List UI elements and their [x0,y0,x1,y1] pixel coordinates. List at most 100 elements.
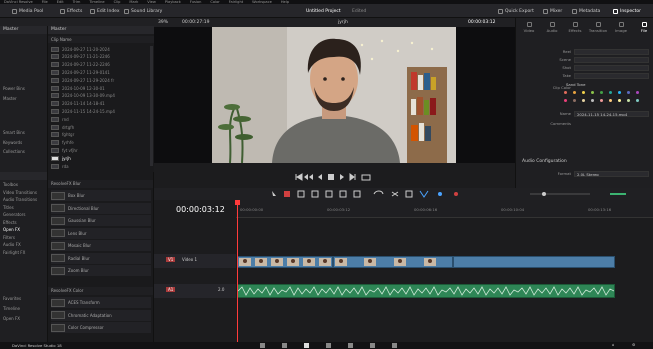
clip-item[interactable]: fyt vfjhr [51,147,78,153]
clip-name-column-header[interactable]: Clip Name [48,36,154,43]
flag-icon[interactable] [419,190,429,198]
timeline-ruler[interactable]: 00:00:00:00 00:00:03:12 00:00:06:16 00:00:1… [236,200,653,218]
audio-track-id[interactable]: A1 [166,287,176,292]
effects-nav-item[interactable]: Fairlight FX [3,250,25,255]
clip-item[interactable]: 2024-10-09 12-30-01 [51,85,105,91]
effect-item[interactable]: Directional Blur [51,202,151,214]
trim-tool-icon[interactable] [284,191,290,197]
go-to-start-icon[interactable] [295,173,303,181]
overwrite-clip-icon[interactable] [339,190,347,198]
audio-clip[interactable] [237,284,615,298]
clip-color-swatch[interactable] [627,99,630,102]
inspector-button[interactable]: Inspector [613,7,641,15]
effect-item[interactable]: Mosaic Blur [51,240,151,251]
fast-forward-icon[interactable] [349,173,356,181]
effects-nav-item[interactable]: Titles [3,205,14,210]
video-track-name[interactable]: Video 1 [182,257,197,262]
effect-item[interactable]: Color Compressor [51,322,151,333]
blade-tool-icon[interactable] [311,190,319,198]
marker-icon[interactable] [438,192,442,196]
clip-item[interactable]: fyrhfe [51,140,74,146]
play-icon[interactable] [340,174,344,180]
smart-bin-keywords[interactable]: Keywords [3,140,22,145]
metadata-field-input[interactable] [574,48,649,55]
clip-list-scrollbar[interactable] [150,46,153,166]
position-lock-icon[interactable] [405,190,413,198]
format-select[interactable]: 2.0L Stereo [574,170,649,177]
clip-color-swatch[interactable] [582,99,585,102]
effects-nav-item[interactable]: Filters [3,235,15,240]
clip-item[interactable]: rnd [51,116,69,122]
playhead[interactable] [237,200,238,342]
clip-item[interactable]: 2024-11-15 14-24-15.mp4 [51,108,115,114]
color-marker-icon[interactable] [454,192,458,196]
audio-configuration-header[interactable]: Audio Configuration [522,159,567,164]
effects-nav-item[interactable]: Open FX [3,227,20,232]
effect-item[interactable]: Lens Blur [51,227,151,239]
media-page-icon[interactable] [260,343,265,348]
linked-selection-icon[interactable] [391,191,399,197]
clip-color-swatch[interactable] [636,99,639,102]
inspector-tab-transition[interactable]: Transition [588,22,608,33]
inspector-tab-audio[interactable]: Audio [542,22,562,33]
effects-nav-item[interactable]: Audio Transitions [3,197,37,202]
metadata-field-input[interactable] [574,64,649,71]
quick-export-button[interactable]: Quick Export [498,7,534,15]
cut-page-icon[interactable] [282,343,287,348]
clip-color-swatch[interactable] [600,99,603,102]
viewer-frame[interactable] [212,27,456,163]
sound-library-button[interactable]: Sound Library [124,7,162,15]
effects-nav-item[interactable]: Video Transitions [3,190,37,195]
clip-color-swatch[interactable] [636,91,639,94]
replace-clip-icon[interactable] [353,190,361,198]
snapping-icon[interactable] [373,190,384,195]
clip-color-swatch[interactable] [609,91,612,94]
clip-item[interactable]: 2024-11-14 14-18-41 [51,101,105,107]
media-pool-button[interactable]: Media Pool [12,7,43,15]
effects-nav-item[interactable]: Audio FX [3,242,21,247]
home-icon[interactable]: ⌂ [612,342,614,347]
effect-item[interactable]: Zoom Blur [51,265,151,276]
zoom-level[interactable]: 39% [158,20,168,25]
effects-nav-item[interactable]: Toolbox [3,182,18,187]
effects-nav-item[interactable]: Generators [3,212,25,217]
clip-color-swatch[interactable] [573,91,576,94]
clip-color-swatch[interactable] [627,91,630,94]
effect-item[interactable]: Chromatic Adaptation [51,309,151,321]
clip-item[interactable]: 2024-09-27 11-21-2246 [51,54,110,60]
inspector-tab-image[interactable]: Image [611,22,631,33]
clip-color-swatch[interactable] [600,91,603,94]
metadata-field-input[interactable] [574,72,649,79]
effects-button[interactable]: Effects [60,7,82,15]
video-track-id[interactable]: V1 [166,257,176,262]
clip-item[interactable]: rda [51,163,69,169]
metadata-button[interactable]: Metadata [572,7,600,15]
favorite-open-fx[interactable]: Open FX [3,316,20,321]
clip-color-swatch[interactable] [573,99,576,102]
clip-item[interactable]: 2024-09-27 11-20-2024 [51,46,110,52]
settings-icon[interactable]: ⚙ [632,342,635,347]
clip-item[interactable]: 2024-09-27 11-22-2246 [51,62,110,68]
smart-bin-collections[interactable]: Collections [3,149,25,154]
play-reverse-icon[interactable] [318,174,322,180]
effect-item[interactable]: Radial Blur [51,252,151,264]
insert-clip-icon[interactable] [325,190,333,198]
effects-nav-item[interactable]: Effects [3,220,17,225]
clip-color-swatch[interactable] [591,99,594,102]
clip-color-swatch[interactable] [618,91,621,94]
clip-color-swatch[interactable] [582,91,585,94]
inspector-tab-video[interactable]: Video [519,22,539,33]
clip-color-swatch[interactable] [564,91,567,94]
clip-item[interactable]: drtgfh [51,124,74,130]
mixer-button[interactable]: Mixer [543,7,562,15]
video-clip-1[interactable] [237,256,333,268]
metadata-field-input[interactable] [574,56,649,63]
effect-item[interactable]: Gaussian Blur [51,215,151,226]
rewind-icon[interactable] [304,174,313,180]
stop-icon[interactable] [328,174,334,180]
clip-color-swatch[interactable] [609,99,612,102]
edit-index-button[interactable]: Edit Index [90,7,120,15]
favorite-timeline[interactable]: Timeline [3,306,20,311]
clip-item[interactable]: 2024-09-27 11-29-0141 [51,69,110,75]
video-clip-3[interactable] [453,256,615,268]
